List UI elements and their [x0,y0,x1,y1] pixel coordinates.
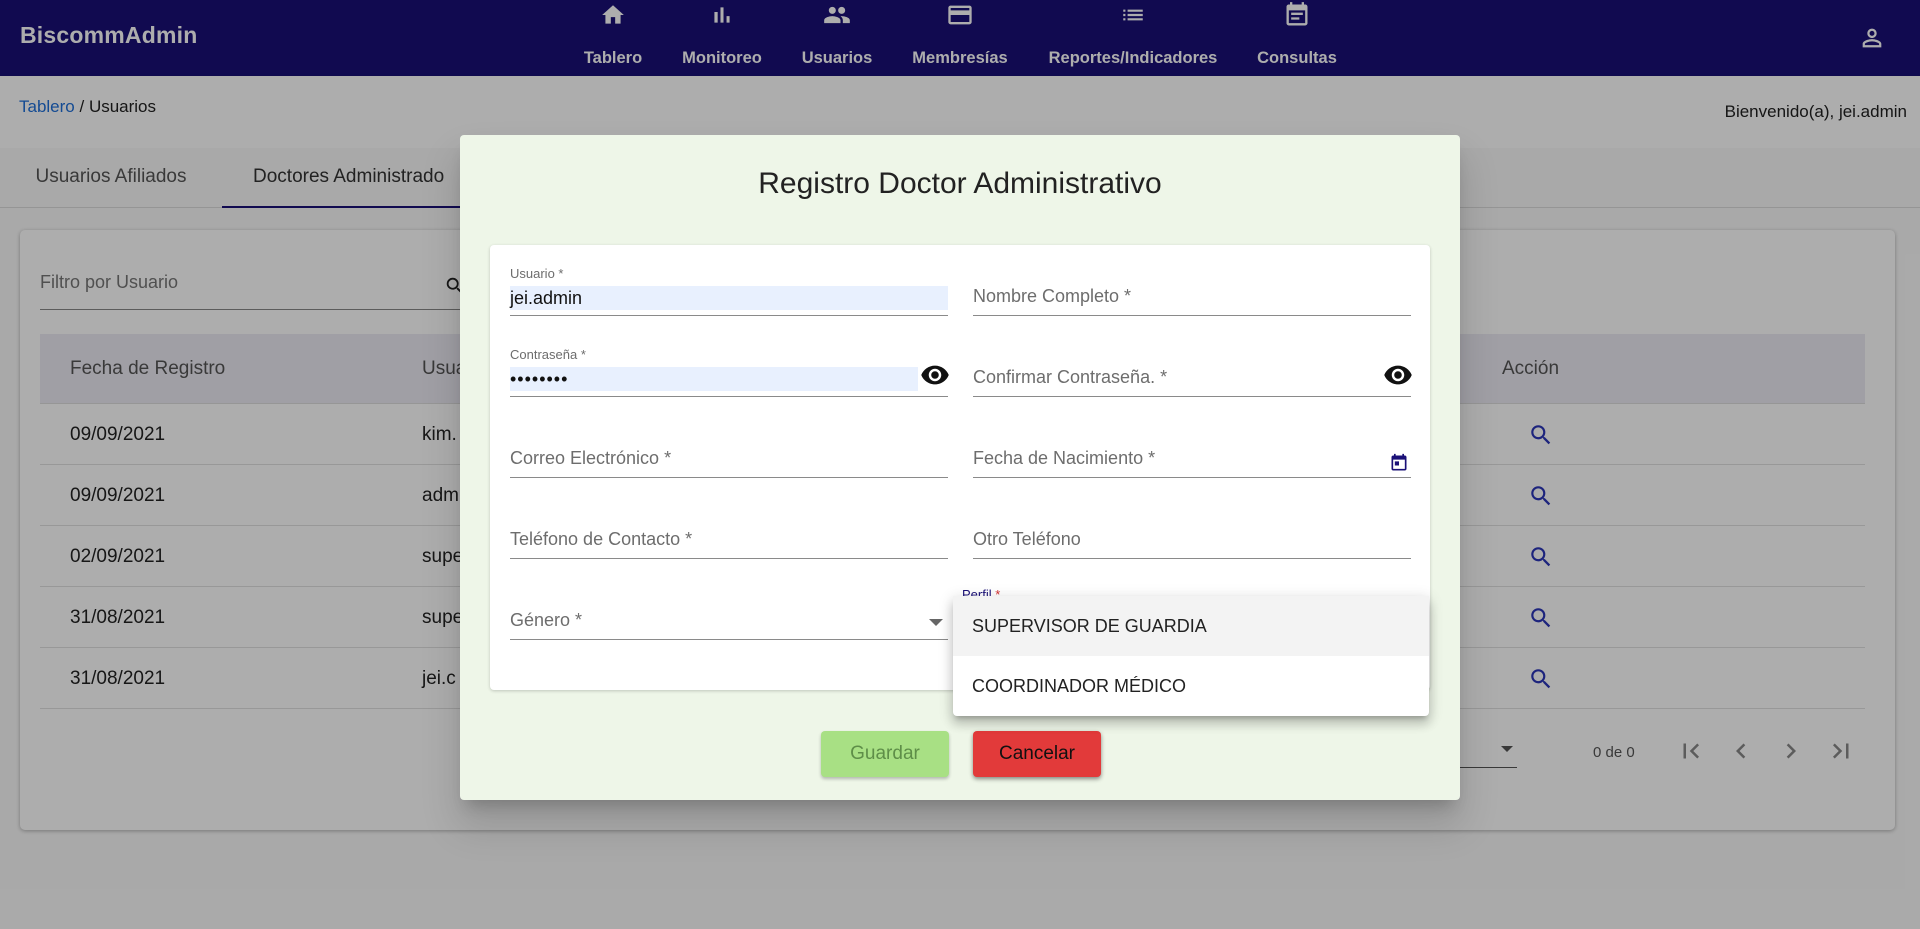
password-label: Contraseña * [510,347,586,362]
password-value: •••••••• [510,367,918,391]
confirm-password-field[interactable]: Confirmar Contraseña. * [973,347,1413,397]
phone-placeholder: Teléfono de Contacto * [510,529,693,549]
dialog-title: Registro Doctor Administrativo [758,167,1162,200]
email-placeholder: Correo Electrónico * [510,448,672,468]
usuario-label: Usuario * [510,266,564,281]
cancel-button[interactable]: Cancelar [973,731,1101,777]
option-supervisor-de-guardia[interactable]: SUPERVISOR DE GUARDIA [953,596,1429,656]
gender-placeholder: Género * [510,610,583,630]
birthdate-field[interactable]: Fecha de Nacimiento * [973,428,1411,478]
gender-select[interactable]: Género * [510,590,948,640]
save-button[interactable]: Guardar [821,731,949,777]
birthdate-placeholder: Fecha de Nacimiento * [973,448,1156,468]
usuario-field[interactable]: Usuario * jei.admin [510,266,948,316]
other-phone-placeholder: Otro Teléfono [973,529,1081,549]
dropdown-arrow-icon [929,619,943,626]
calendar-icon[interactable] [1389,453,1409,473]
option-coordinador-medico[interactable]: COORDINADOR MÉDICO [953,656,1429,716]
confirm-password-placeholder: Confirmar Contraseña. * [973,367,1168,387]
email-field[interactable]: Correo Electrónico * [510,428,948,478]
toggle-visibility-eye-icon[interactable] [1383,360,1413,390]
toggle-visibility-eye-icon[interactable] [920,360,950,390]
nombre-completo-field[interactable]: Nombre Completo * [973,266,1411,316]
phone-field[interactable]: Teléfono de Contacto * [510,509,948,559]
perfil-options-panel: SUPERVISOR DE GUARDIA COORDINADOR MÉDICO [953,596,1429,716]
nombre-completo-placeholder: Nombre Completo * [973,286,1132,306]
other-phone-field[interactable]: Otro Teléfono [973,509,1411,559]
password-field[interactable]: Contraseña * •••••••• [510,347,950,397]
usuario-value: jei.admin [510,286,948,310]
